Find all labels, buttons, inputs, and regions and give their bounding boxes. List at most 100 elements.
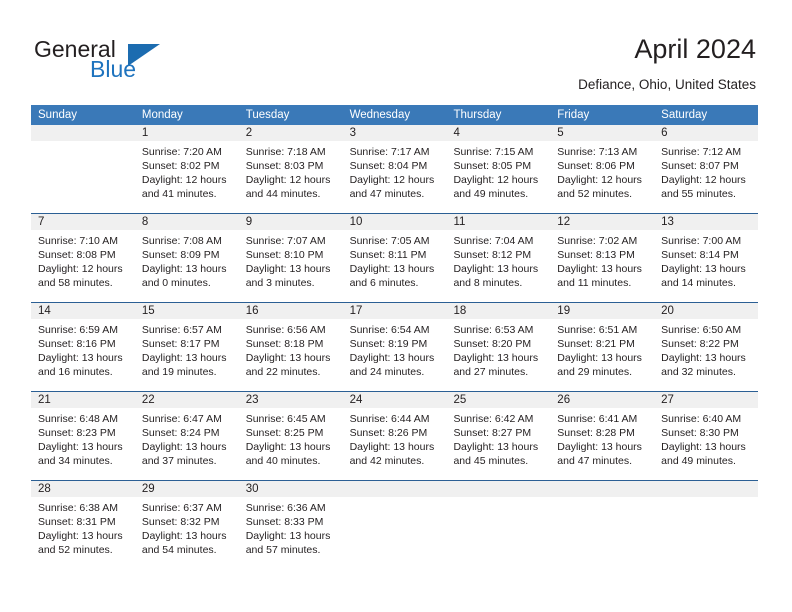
day-cell[interactable]: 20 Sunrise: 6:50 AM Sunset: 8:22 PM Dayl… — [654, 303, 759, 391]
sunset-text: Sunset: 8:26 PM — [349, 427, 428, 439]
day-details: Sunrise: 7:04 AM Sunset: 8:12 PM Dayligh… — [446, 230, 550, 302]
daylight-text-line1: Daylight: 13 hours — [453, 263, 539, 275]
daylight-text-line1: Daylight: 13 hours — [245, 441, 331, 453]
daylight-text-line1: Daylight: 13 hours — [453, 352, 539, 364]
daylight-text-line2: and 16 minutes. — [38, 366, 113, 378]
day-details: Sunrise: 7:12 AM Sunset: 8:07 PM Dayligh… — [654, 141, 758, 213]
day-cell[interactable] — [31, 125, 135, 213]
day-details: Sunrise: 7:20 AM Sunset: 8:02 PM Dayligh… — [135, 141, 239, 213]
week-row: 7 Sunrise: 7:10 AM Sunset: 8:08 PM Dayli… — [31, 214, 759, 303]
day-cell[interactable]: 25 Sunrise: 6:42 AM Sunset: 8:27 PM Dayl… — [446, 392, 551, 480]
day-cell[interactable] — [550, 481, 655, 569]
daylight-text-line1: Daylight: 12 hours — [38, 263, 123, 275]
day-cell[interactable]: 24 Sunrise: 6:44 AM Sunset: 8:26 PM Dayl… — [342, 392, 447, 480]
page-header: General Blue April 2024 Defiance, Ohio, … — [0, 0, 792, 100]
day-details: Sunrise: 6:59 AM Sunset: 8:16 PM Dayligh… — [31, 319, 135, 391]
day-cell[interactable] — [446, 481, 551, 569]
day-cell[interactable]: 16 Sunrise: 6:56 AM Sunset: 8:18 PM Dayl… — [238, 303, 343, 391]
sunrise-text: Sunrise: 6:42 AM — [453, 413, 534, 425]
day-number: 6 — [654, 125, 759, 141]
sunset-text: Sunset: 8:22 PM — [661, 338, 739, 350]
day-cell[interactable]: 29 Sunrise: 6:37 AM Sunset: 8:32 PM Dayl… — [134, 481, 239, 569]
weekday-header-tuesday: Tuesday — [245, 109, 290, 121]
day-cell[interactable]: 23 Sunrise: 6:45 AM Sunset: 8:25 PM Dayl… — [238, 392, 343, 480]
day-details: Sunrise: 6:38 AM Sunset: 8:31 PM Dayligh… — [31, 497, 135, 569]
day-cell[interactable]: 8 Sunrise: 7:08 AM Sunset: 8:09 PM Dayli… — [134, 214, 239, 302]
day-number: 12 — [550, 214, 655, 230]
day-details: Sunrise: 6:48 AM Sunset: 8:23 PM Dayligh… — [31, 408, 135, 480]
sunrise-text: Sunrise: 6:40 AM — [661, 413, 742, 425]
daylight-text-line1: Daylight: 13 hours — [349, 441, 435, 453]
sunset-text: Sunset: 8:17 PM — [141, 338, 220, 350]
day-cell[interactable]: 14 Sunrise: 6:59 AM Sunset: 8:16 PM Dayl… — [31, 303, 135, 391]
daylight-text-line2: and 22 minutes. — [245, 366, 321, 378]
day-details: Sunrise: 6:50 AM Sunset: 8:22 PM Dayligh… — [654, 319, 758, 391]
sunrise-text: Sunrise: 6:50 AM — [661, 324, 742, 336]
day-cell[interactable]: 21 Sunrise: 6:48 AM Sunset: 8:23 PM Dayl… — [31, 392, 135, 480]
day-cell[interactable]: 5 Sunrise: 7:13 AM Sunset: 8:06 PM Dayli… — [550, 125, 655, 213]
day-cell[interactable]: 9 Sunrise: 7:07 AM Sunset: 8:10 PM Dayli… — [238, 214, 343, 302]
day-details: Sunrise: 7:13 AM Sunset: 8:06 PM Dayligh… — [550, 141, 654, 213]
daylight-text-line2: and 14 minutes. — [661, 277, 736, 289]
daylight-text-line1: Daylight: 12 hours — [557, 174, 642, 186]
daylight-text-line2: and 52 minutes. — [557, 188, 633, 200]
day-cell[interactable]: 4 Sunrise: 7:15 AM Sunset: 8:05 PM Dayli… — [446, 125, 551, 213]
day-number: 13 — [654, 214, 759, 230]
daylight-text-line1: Daylight: 13 hours — [38, 352, 123, 364]
day-cell[interactable]: 6 Sunrise: 7:12 AM Sunset: 8:07 PM Dayli… — [654, 125, 759, 213]
daylight-text-line2: and 19 minutes. — [141, 366, 217, 378]
day-cell[interactable]: 3 Sunrise: 7:17 AM Sunset: 8:04 PM Dayli… — [342, 125, 447, 213]
daylight-text-line1: Daylight: 13 hours — [661, 352, 746, 364]
sunset-text: Sunset: 8:07 PM — [661, 160, 739, 172]
daylight-text-line1: Daylight: 13 hours — [453, 441, 539, 453]
sunset-text: Sunset: 8:13 PM — [557, 249, 635, 261]
day-number: 4 — [446, 125, 551, 141]
day-details — [550, 497, 654, 569]
day-cell[interactable]: 28 Sunrise: 6:38 AM Sunset: 8:31 PM Dayl… — [31, 481, 135, 569]
day-cell[interactable]: 26 Sunrise: 6:41 AM Sunset: 8:28 PM Dayl… — [550, 392, 655, 480]
day-cell[interactable]: 19 Sunrise: 6:51 AM Sunset: 8:21 PM Dayl… — [550, 303, 655, 391]
day-cell[interactable]: 7 Sunrise: 7:10 AM Sunset: 8:08 PM Dayli… — [31, 214, 135, 302]
day-cell[interactable]: 15 Sunrise: 6:57 AM Sunset: 8:17 PM Dayl… — [134, 303, 239, 391]
day-number: 26 — [550, 392, 655, 408]
sunrise-text: Sunrise: 6:44 AM — [349, 413, 430, 425]
day-number — [654, 481, 759, 497]
week-row: 14 Sunrise: 6:59 AM Sunset: 8:16 PM Dayl… — [31, 303, 759, 392]
day-number: 8 — [134, 214, 239, 230]
day-cell[interactable] — [342, 481, 447, 569]
sunrise-text: Sunrise: 6:37 AM — [141, 502, 222, 514]
daylight-text-line1: Daylight: 13 hours — [349, 263, 435, 275]
day-number: 30 — [238, 481, 343, 497]
sunrise-text: Sunrise: 6:38 AM — [38, 502, 118, 514]
day-details — [343, 497, 447, 569]
day-cell[interactable]: 18 Sunrise: 6:53 AM Sunset: 8:20 PM Dayl… — [446, 303, 551, 391]
day-number — [446, 481, 551, 497]
day-number: 17 — [342, 303, 447, 319]
daylight-text-line1: Daylight: 13 hours — [141, 352, 227, 364]
day-details: Sunrise: 7:05 AM Sunset: 8:11 PM Dayligh… — [343, 230, 447, 302]
day-number: 20 — [654, 303, 759, 319]
day-cell[interactable]: 22 Sunrise: 6:47 AM Sunset: 8:24 PM Dayl… — [134, 392, 239, 480]
day-cell[interactable]: 11 Sunrise: 7:04 AM Sunset: 8:12 PM Dayl… — [446, 214, 551, 302]
day-number — [342, 481, 447, 497]
week-row: 21 Sunrise: 6:48 AM Sunset: 8:23 PM Dayl… — [31, 392, 759, 481]
weekday-header-sunday: Sunday — [38, 109, 78, 121]
day-cell[interactable]: 12 Sunrise: 7:02 AM Sunset: 8:13 PM Dayl… — [550, 214, 655, 302]
general-blue-logo[interactable]: General Blue — [34, 36, 214, 86]
day-cell[interactable]: 27 Sunrise: 6:40 AM Sunset: 8:30 PM Dayl… — [654, 392, 759, 480]
weekday-header-thursday: Thursday — [453, 109, 502, 121]
day-cell[interactable] — [654, 481, 759, 569]
day-cell[interactable]: 17 Sunrise: 6:54 AM Sunset: 8:19 PM Dayl… — [342, 303, 447, 391]
day-details: Sunrise: 7:00 AM Sunset: 8:14 PM Dayligh… — [654, 230, 758, 302]
day-details: Sunrise: 6:40 AM Sunset: 8:30 PM Dayligh… — [654, 408, 758, 480]
day-cell[interactable]: 2 Sunrise: 7:18 AM Sunset: 8:03 PM Dayli… — [238, 125, 343, 213]
day-cell[interactable]: 13 Sunrise: 7:00 AM Sunset: 8:14 PM Dayl… — [654, 214, 759, 302]
daylight-text-line1: Daylight: 13 hours — [557, 441, 642, 453]
day-cell[interactable]: 30 Sunrise: 6:36 AM Sunset: 8:33 PM Dayl… — [238, 481, 343, 569]
day-cell[interactable]: 1 Sunrise: 7:20 AM Sunset: 8:02 PM Dayli… — [134, 125, 239, 213]
daylight-text-line2: and 37 minutes. — [141, 455, 217, 467]
day-cell[interactable]: 10 Sunrise: 7:05 AM Sunset: 8:11 PM Dayl… — [342, 214, 447, 302]
sunrise-text: Sunrise: 7:08 AM — [141, 235, 222, 247]
day-details: Sunrise: 6:36 AM Sunset: 8:33 PM Dayligh… — [239, 497, 343, 569]
day-number: 10 — [342, 214, 447, 230]
